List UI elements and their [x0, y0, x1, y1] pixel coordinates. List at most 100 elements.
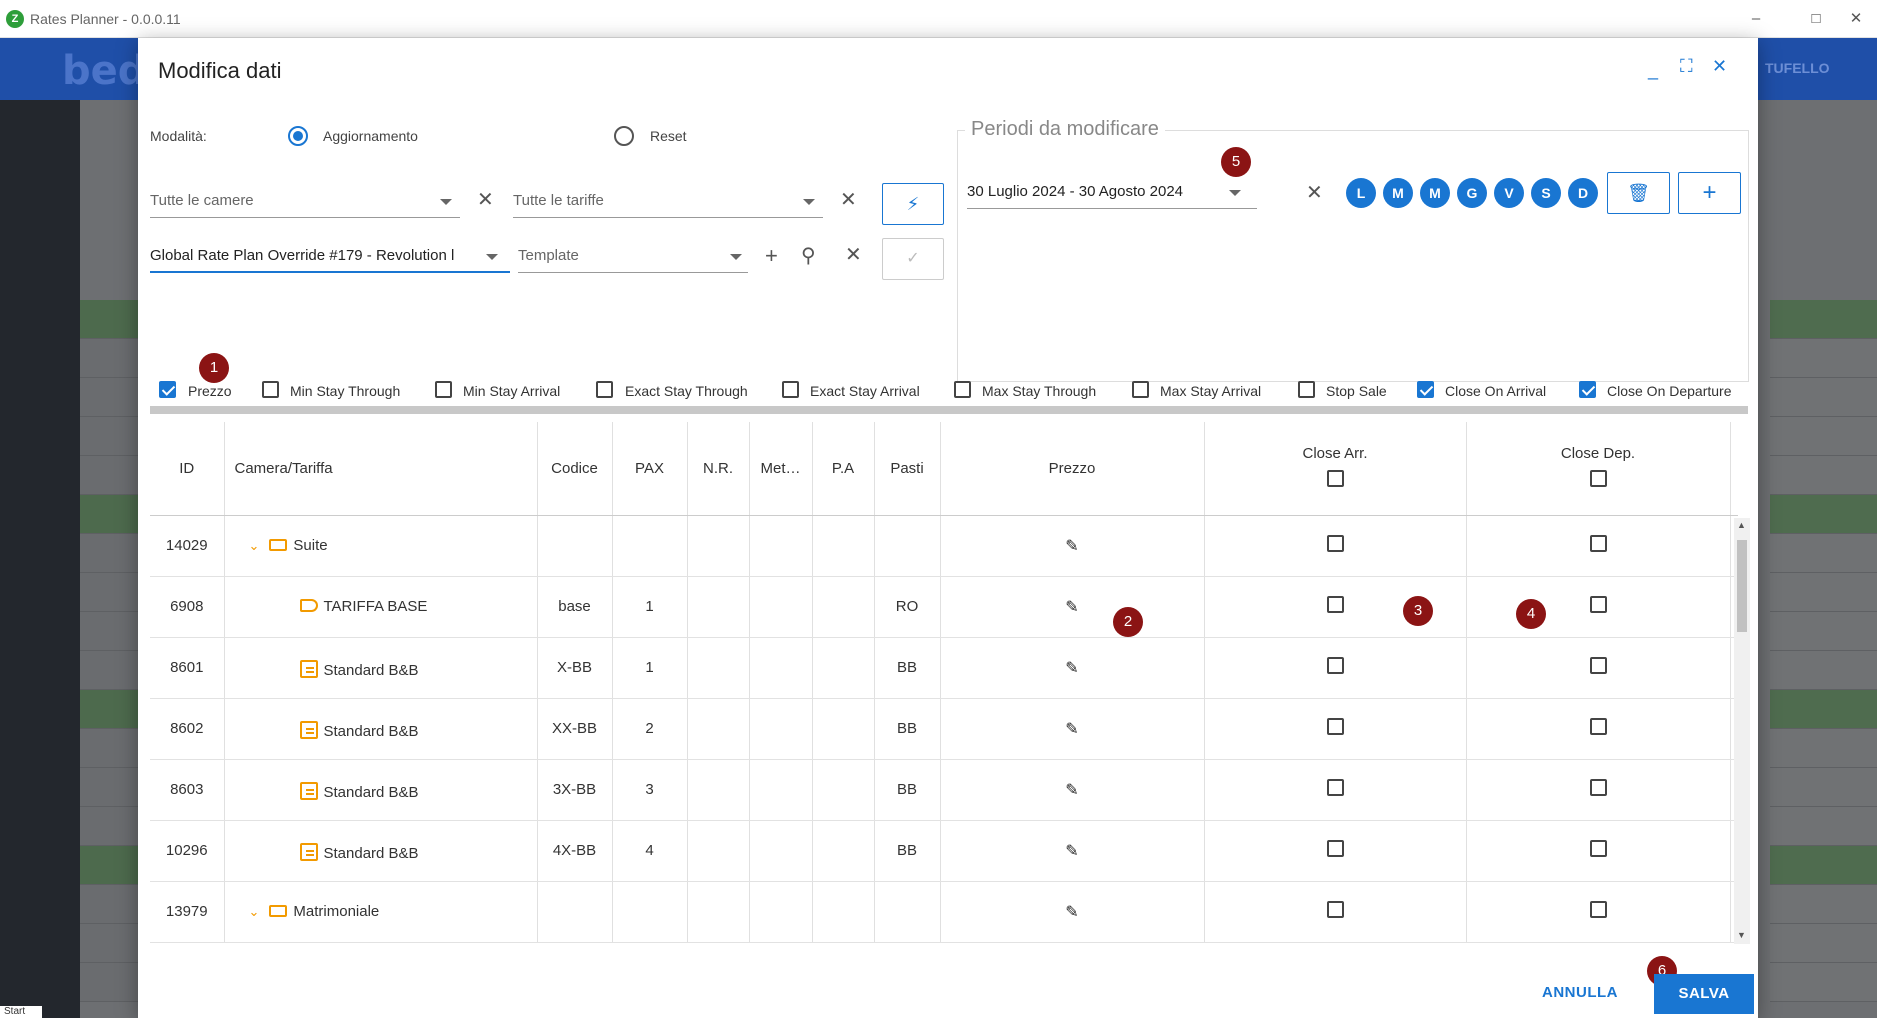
mode-update-radio[interactable] — [288, 126, 308, 146]
rate-plan-select[interactable]: Global Rate Plan Override #179 - Revolut… — [150, 235, 510, 273]
modal-minimize-icon[interactable]: _ — [1648, 60, 1658, 81]
day-sunday[interactable]: D — [1568, 178, 1598, 208]
chevron-down-icon[interactable]: ⌄ — [249, 538, 260, 554]
close-dep-checkbox[interactable] — [1589, 657, 1607, 674]
save-button[interactable]: SALVA — [1654, 974, 1754, 1014]
toggle-prezzo-label[interactable]: Prezzo — [188, 383, 232, 399]
chevron-down-icon[interactable] — [803, 199, 815, 205]
pencil-icon[interactable]: ✎ — [1065, 904, 1078, 921]
pencil-icon[interactable]: ✎ — [1065, 599, 1078, 616]
close-arr-checkbox[interactable] — [1326, 718, 1344, 735]
col-header-met[interactable]: Met… — [749, 422, 813, 516]
clear-rates-icon[interactable]: ✕ — [840, 190, 857, 210]
pencil-icon[interactable]: ✎ — [1065, 721, 1078, 738]
template-select[interactable]: Template — [518, 235, 748, 273]
close-arr-checkbox[interactable] — [1326, 840, 1344, 857]
quick-apply-button[interactable]: ⚡︎ — [882, 183, 944, 225]
row-price-cell[interactable]: ✎ — [940, 637, 1205, 699]
col-header-price[interactable]: Prezzo — [940, 422, 1205, 516]
maximize-icon[interactable]: □ — [1796, 6, 1836, 32]
close-icon[interactable]: ✕ — [1836, 6, 1876, 32]
scrollbar-thumb[interactable] — [1737, 540, 1747, 632]
chevron-down-icon[interactable] — [730, 254, 742, 260]
col-header-id[interactable]: ID — [150, 422, 225, 516]
chevron-down-icon[interactable] — [440, 199, 452, 205]
add-period-button[interactable]: + — [1678, 172, 1741, 214]
col-header-room-rate[interactable]: Camera/Tariffa — [224, 422, 538, 516]
close-dep-checkbox[interactable] — [1589, 718, 1607, 735]
toggle-close-on-departure-checkbox[interactable] — [1579, 381, 1596, 398]
vertical-scrollbar[interactable]: ▲ ▼ — [1734, 518, 1750, 944]
row-price-cell[interactable]: ✎ — [940, 759, 1205, 821]
row-price-cell[interactable]: ✎ — [940, 576, 1205, 638]
pencil-icon[interactable]: ✎ — [1065, 782, 1078, 799]
search-icon[interactable]: ⚲ — [801, 245, 816, 267]
col-header-pa[interactable]: P.A — [812, 422, 875, 516]
chevron-down-icon[interactable] — [486, 254, 498, 260]
close-arr-select-all-checkbox[interactable] — [1326, 470, 1344, 488]
col-header-code[interactable]: Codice — [537, 422, 613, 516]
toggle-min-stay-arrival-checkbox[interactable] — [435, 381, 452, 398]
pencil-icon[interactable]: ✎ — [1065, 843, 1078, 860]
period-range-select[interactable]: 30 Luglio 2024 - 30 Agosto 2024 — [967, 171, 1257, 209]
toggle-min-stay-through-label[interactable]: Min Stay Through — [290, 383, 400, 399]
toggle-min-stay-arrival-label[interactable]: Min Stay Arrival — [463, 383, 560, 399]
close-dep-checkbox[interactable] — [1589, 535, 1607, 552]
clear-rooms-icon[interactable]: ✕ — [477, 190, 494, 210]
row-price-cell[interactable]: ✎ — [940, 698, 1205, 760]
modal-close-icon[interactable]: ✕ — [1712, 56, 1727, 77]
toggle-stop-sale-checkbox[interactable] — [1298, 381, 1315, 398]
clear-template-icon[interactable]: ✕ — [845, 245, 862, 265]
day-wednesday[interactable]: M — [1420, 178, 1450, 208]
toggle-max-stay-through-label[interactable]: Max Stay Through — [982, 383, 1096, 399]
mode-reset-label[interactable]: Reset — [650, 128, 687, 144]
toggle-min-stay-through-checkbox[interactable] — [262, 381, 279, 398]
delete-period-button[interactable]: 🗑︎ — [1607, 172, 1670, 214]
row-price-cell[interactable]: ✎ — [940, 820, 1205, 882]
pencil-icon[interactable]: ✎ — [1065, 538, 1078, 555]
col-header-pax[interactable]: PAX — [612, 422, 688, 516]
day-saturday[interactable]: S — [1531, 178, 1561, 208]
toggle-close-on-arrival-checkbox[interactable] — [1417, 381, 1434, 398]
toggle-max-stay-through-checkbox[interactable] — [954, 381, 971, 398]
close-arr-checkbox[interactable] — [1326, 779, 1344, 796]
close-dep-select-all-checkbox[interactable] — [1589, 470, 1607, 488]
close-arr-checkbox[interactable] — [1326, 535, 1344, 552]
chevron-down-icon[interactable] — [1229, 190, 1241, 196]
toggle-exact-stay-arrival-label[interactable]: Exact Stay Arrival — [810, 383, 920, 399]
toggle-close-on-departure-label[interactable]: Close On Departure — [1607, 383, 1732, 399]
close-arr-checkbox[interactable] — [1326, 596, 1344, 613]
rates-select[interactable]: Tutte le tariffe — [513, 180, 823, 218]
add-template-icon[interactable]: + — [765, 245, 778, 267]
mode-update-label[interactable]: Aggiornamento — [323, 128, 418, 144]
close-dep-checkbox[interactable] — [1589, 840, 1607, 857]
close-arr-checkbox[interactable] — [1326, 657, 1344, 674]
modal-fullscreen-icon[interactable]: ⛶ — [1680, 56, 1693, 77]
clear-period-icon[interactable]: ✕ — [1306, 183, 1323, 203]
close-dep-checkbox[interactable] — [1589, 901, 1607, 918]
horizontal-scrollbar[interactable] — [150, 406, 1748, 414]
toggle-exact-stay-through-label[interactable]: Exact Stay Through — [625, 383, 748, 399]
col-header-meals[interactable]: Pasti — [874, 422, 941, 516]
close-arr-checkbox[interactable] — [1326, 901, 1344, 918]
day-thursday[interactable]: G — [1457, 178, 1487, 208]
close-dep-checkbox[interactable] — [1589, 779, 1607, 796]
scroll-down-icon[interactable]: ▼ — [1737, 930, 1746, 940]
day-monday[interactable]: L — [1346, 178, 1376, 208]
toggle-stop-sale-label[interactable]: Stop Sale — [1326, 383, 1387, 399]
toggle-exact-stay-through-checkbox[interactable] — [596, 381, 613, 398]
toggle-close-on-arrival-label[interactable]: Close On Arrival — [1445, 383, 1546, 399]
toggle-max-stay-arrival-checkbox[interactable] — [1132, 381, 1149, 398]
scroll-up-icon[interactable]: ▲ — [1737, 520, 1746, 530]
day-friday[interactable]: V — [1494, 178, 1524, 208]
toggle-prezzo-checkbox[interactable] — [159, 381, 176, 398]
start-label[interactable]: Start — [0, 1006, 42, 1018]
mode-reset-radio[interactable] — [614, 126, 634, 146]
chevron-down-icon[interactable]: ⌄ — [249, 904, 260, 920]
toggle-max-stay-arrival-label[interactable]: Max Stay Arrival — [1160, 383, 1261, 399]
close-dep-checkbox[interactable] — [1589, 596, 1607, 613]
minimize-icon[interactable]: – — [1736, 6, 1776, 32]
row-price-cell[interactable]: ✎ — [940, 881, 1205, 943]
day-tuesday[interactable]: M — [1383, 178, 1413, 208]
toggle-exact-stay-arrival-checkbox[interactable] — [782, 381, 799, 398]
